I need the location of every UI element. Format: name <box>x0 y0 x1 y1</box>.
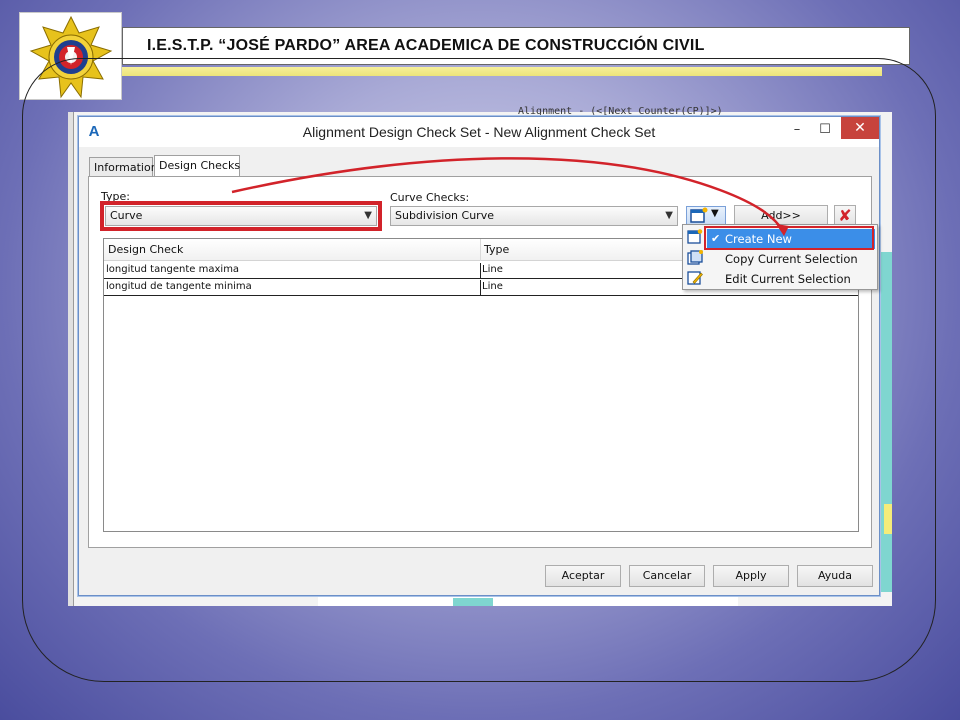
alignment-design-check-dialog: A Alignment Design Check Set - New Align… <box>78 116 880 596</box>
design-check-type: Line <box>482 264 503 275</box>
accept-button[interactable]: Aceptar <box>545 565 621 587</box>
curve-checks-dropdown[interactable]: Subdivision Curve ▼ <box>390 206 678 226</box>
dialog-titlebar[interactable]: A Alignment Design Check Set - New Align… <box>79 117 879 147</box>
header-underline <box>122 67 882 76</box>
cad-drawing-highlight <box>884 504 892 534</box>
maximize-button[interactable]: ☐ <box>811 119 839 141</box>
help-button[interactable]: Ayuda <box>797 565 873 587</box>
cad-side-panel <box>68 112 74 606</box>
new-check-icon <box>690 207 708 223</box>
design-check-name: longitud de tangente minima <box>106 281 252 292</box>
tab-information[interactable]: Information <box>89 157 158 177</box>
column-header-type[interactable]: Type <box>484 243 509 256</box>
menu-item-copy-current-selection[interactable]: Copy Current Selection <box>707 249 875 269</box>
cell-separator <box>480 263 481 279</box>
menu-item-edit-current-selection[interactable]: Edit Current Selection <box>707 269 875 289</box>
close-button[interactable]: ✕ <box>841 117 879 139</box>
minimize-button[interactable]: – <box>783 119 811 141</box>
institution-logo <box>19 12 122 100</box>
chevron-down-icon: ▼ <box>665 210 673 221</box>
chevron-down-icon[interactable]: ▼ <box>711 208 719 219</box>
menu-item-label: Copy Current Selection <box>725 252 858 266</box>
dialog-title: Alignment Design Check Set - New Alignme… <box>302 124 656 140</box>
cancel-button[interactable]: Cancelar <box>629 565 705 587</box>
cad-status-strip <box>318 596 738 606</box>
curve-checks-label: Curve Checks: <box>390 191 470 204</box>
design-check-type: Line <box>482 281 503 292</box>
new-check-split-button[interactable]: ▼ <box>686 206 726 226</box>
create-new-highlight-box <box>704 226 874 250</box>
type-highlight-box <box>100 201 382 231</box>
edit-check-icon <box>687 271 703 285</box>
menu-item-label: Edit Current Selection <box>725 272 851 286</box>
design-check-name: longitud tangente maxima <box>106 264 240 275</box>
column-separator <box>480 239 481 261</box>
copy-check-icon <box>687 250 703 265</box>
column-header-design-check[interactable]: Design Check <box>108 243 183 256</box>
new-check-icon <box>687 229 703 244</box>
slide-header: I.E.S.T.P. “JOSÉ PARDO” AREA ACADEMICA D… <box>122 27 910 65</box>
slide-title: I.E.S.T.P. “JOSÉ PARDO” AREA ACADEMICA D… <box>147 37 705 54</box>
gear-emblem-icon <box>29 15 113 99</box>
cad-drawing-area <box>880 252 892 592</box>
curve-checks-value: Subdivision Curve <box>395 209 494 222</box>
cell-separator <box>480 280 481 296</box>
apply-button[interactable]: Apply <box>713 565 789 587</box>
cad-status-marker <box>453 598 493 606</box>
